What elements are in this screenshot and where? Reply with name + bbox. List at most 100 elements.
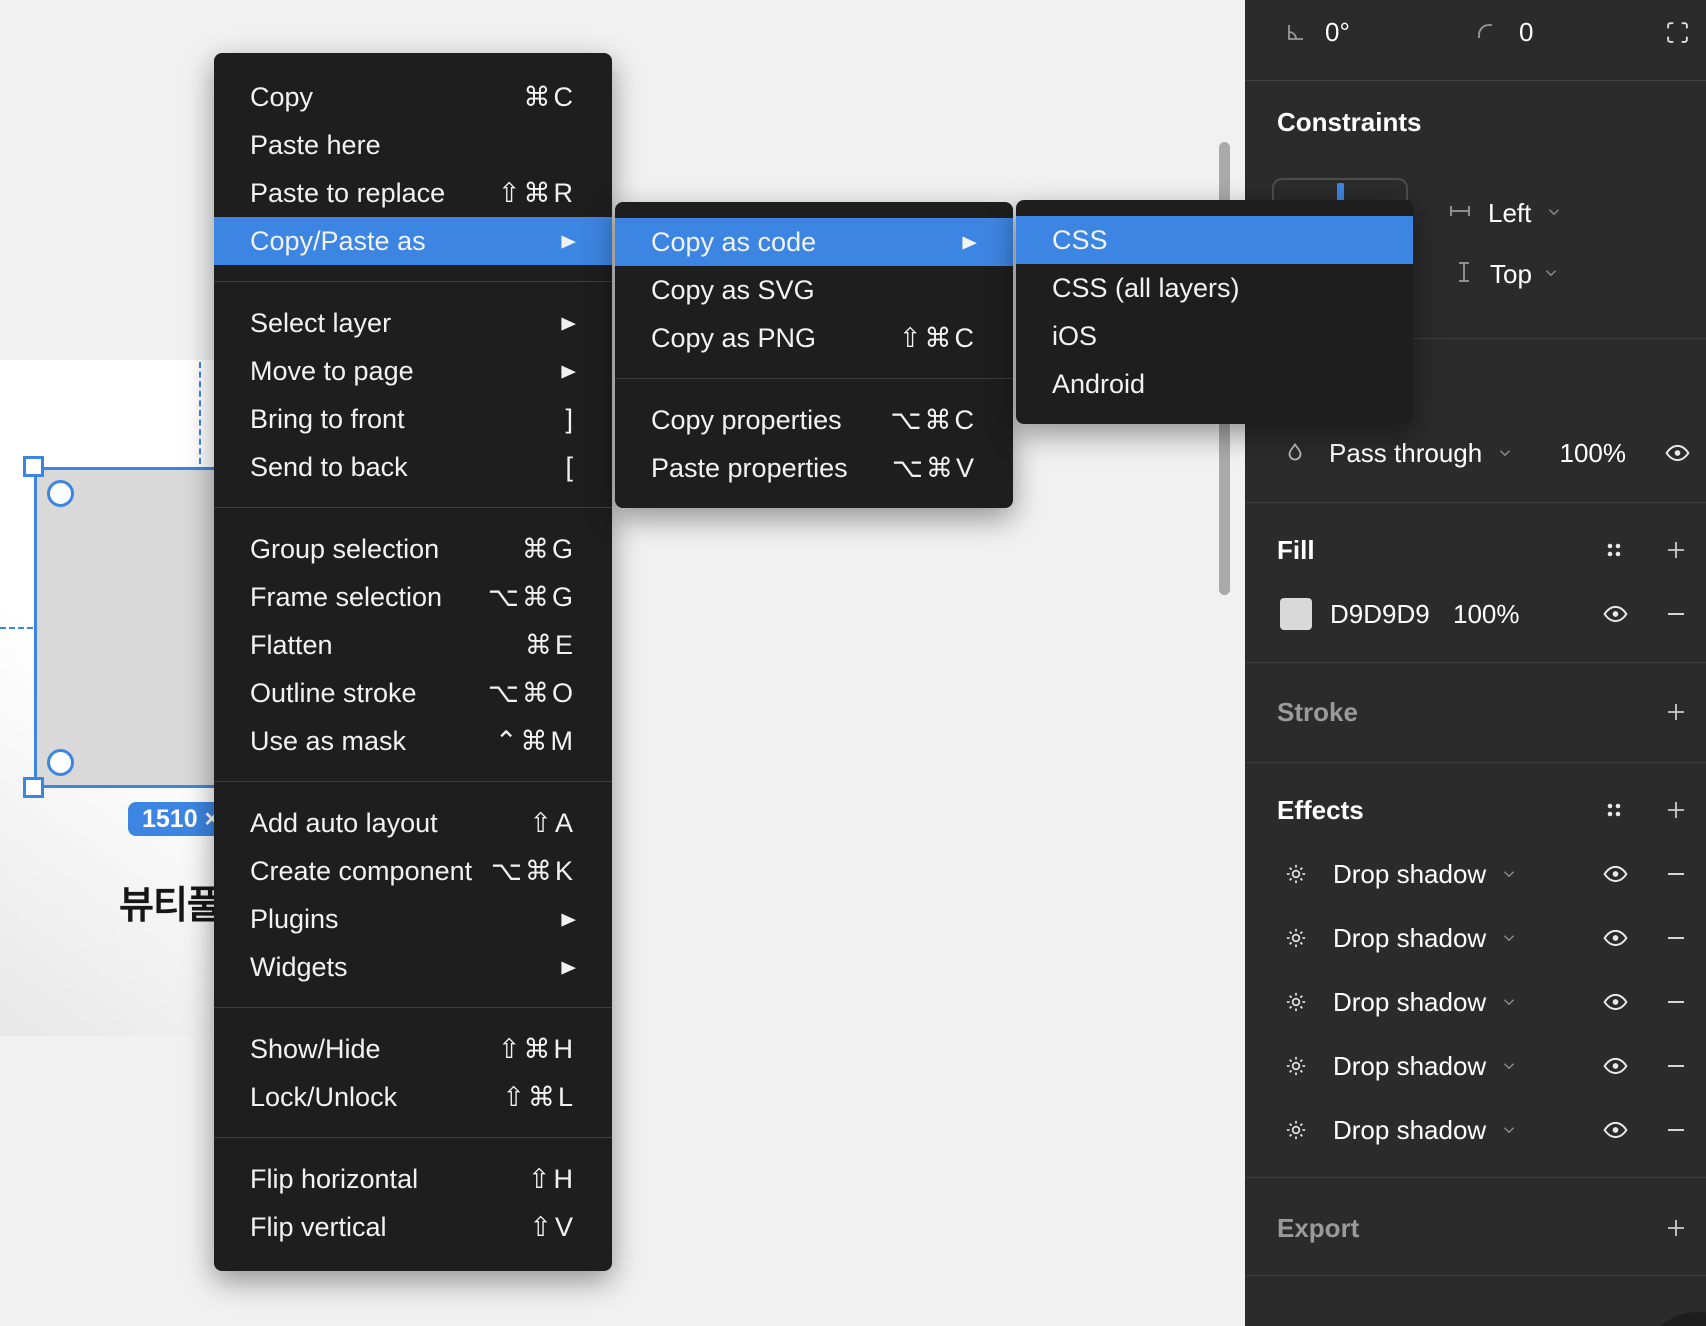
- remove-effect-icon[interactable]: [1664, 990, 1688, 1014]
- menu-item-copy-properties[interactable]: Copy properties ⌥⌘C: [615, 396, 1013, 444]
- add-effect-icon[interactable]: [1664, 798, 1688, 822]
- drop-shadow-icon[interactable]: [1283, 1117, 1309, 1143]
- menu-item-use-as-mask[interactable]: Use as mask ⌃⌘M: [214, 717, 612, 765]
- menu-item-paste-properties[interactable]: Paste properties ⌥⌘V: [615, 444, 1013, 492]
- drop-shadow-icon[interactable]: [1283, 925, 1309, 951]
- menu-item-outline-stroke[interactable]: Outline stroke ⌥⌘O: [214, 669, 612, 717]
- help-button[interactable]: [1638, 1312, 1706, 1326]
- menu-item-send-to-back[interactable]: Send to back [: [214, 443, 612, 491]
- menu-item-label: Widgets: [250, 951, 348, 982]
- styles-icon[interactable]: [1602, 538, 1626, 562]
- drop-shadow-icon[interactable]: [1283, 861, 1309, 887]
- vertical-constraint-select[interactable]: Top: [1490, 259, 1532, 290]
- menu-item-label: Plugins: [250, 903, 339, 934]
- selection-handle-bottom-left[interactable]: [23, 777, 44, 798]
- blend-mode-icon[interactable]: [1283, 441, 1307, 465]
- menu-item-label: Copy as code: [651, 226, 817, 257]
- blend-mode-select[interactable]: Pass through: [1329, 438, 1482, 469]
- independent-corners-icon[interactable]: [1665, 20, 1690, 45]
- menu-item-show-hide[interactable]: Show/Hide ⇧⌘H: [214, 1025, 612, 1073]
- remove-fill-icon[interactable]: [1664, 602, 1688, 626]
- menu-item-add-auto-layout[interactable]: Add auto layout ⇧A: [214, 799, 612, 847]
- fill-hex-value[interactable]: D9D9D9: [1330, 599, 1430, 630]
- eye-icon[interactable]: [1602, 1118, 1629, 1142]
- menu-item-create-component[interactable]: Create component ⌥⌘K: [214, 847, 612, 895]
- layer-opacity-value[interactable]: 100%: [1560, 438, 1627, 469]
- drop-shadow-icon[interactable]: [1283, 989, 1309, 1015]
- effect-row[interactable]: Drop shadow: [1245, 1106, 1706, 1154]
- menu-item-css-all-layers[interactable]: CSS (all layers): [1016, 264, 1413, 312]
- menu-item-label: Copy as PNG: [651, 322, 817, 353]
- corner-radius-handle-top[interactable]: [47, 480, 74, 507]
- menu-item-copy[interactable]: Copy ⌘C: [214, 73, 612, 121]
- fill-row[interactable]: D9D9D9 100%: [1245, 590, 1706, 638]
- add-export-icon[interactable]: [1664, 1216, 1688, 1240]
- stroke-header: Stroke: [1245, 688, 1706, 736]
- add-stroke-icon[interactable]: [1664, 700, 1688, 724]
- chevron-down-icon: [1500, 865, 1518, 883]
- menu-item-paste-here[interactable]: Paste here: [214, 121, 612, 169]
- menu-item-widgets[interactable]: Widgets ▶: [214, 943, 612, 991]
- menu-item-copy-paste-as[interactable]: Copy/Paste as ▶: [214, 217, 612, 265]
- corner-radius-handle-bottom[interactable]: [47, 749, 74, 776]
- eye-icon[interactable]: [1602, 990, 1629, 1014]
- menu-item-label: Android: [1052, 368, 1146, 399]
- menu-item-copy-as-svg[interactable]: Copy as SVG: [615, 266, 1013, 314]
- effect-row[interactable]: Drop shadow: [1245, 914, 1706, 962]
- menu-divider: [214, 781, 612, 782]
- eye-icon[interactable]: [1602, 862, 1629, 886]
- vertical-constraint-icon: [1452, 260, 1476, 284]
- canvas[interactable]: 1510 × 1 뷰티풀슈: [0, 0, 1245, 1326]
- menu-item-label: Move to page: [250, 355, 414, 386]
- effect-type-select[interactable]: Drop shadow: [1333, 1051, 1486, 1082]
- effect-type-select[interactable]: Drop shadow: [1333, 1115, 1486, 1146]
- effect-row[interactable]: Drop shadow: [1245, 850, 1706, 898]
- menu-item-bring-to-front[interactable]: Bring to front]: [214, 395, 612, 443]
- menu-item-lock-unlock[interactable]: Lock/Unlock ⇧⌘L: [214, 1073, 612, 1121]
- constraint-top-tick[interactable]: [1337, 183, 1344, 201]
- styles-icon[interactable]: [1602, 798, 1626, 822]
- divider: [1245, 1177, 1706, 1178]
- effect-type-select[interactable]: Drop shadow: [1333, 923, 1486, 954]
- menu-item-paste-to-replace[interactable]: Paste to replace ⇧⌘R: [214, 169, 612, 217]
- remove-effect-icon[interactable]: [1664, 1054, 1688, 1078]
- corner-radius-value[interactable]: 0: [1519, 17, 1533, 48]
- menu-item-label: Lock/Unlock: [250, 1081, 398, 1112]
- menu-item-plugins[interactable]: Plugins ▶: [214, 895, 612, 943]
- menu-item-select-layer[interactable]: Select layer ▶: [214, 299, 612, 347]
- menu-item-shortcut: ⌥⌘K: [490, 855, 576, 886]
- menu-item-flip-horizontal[interactable]: Flip horizontal ⇧H: [214, 1155, 612, 1203]
- menu-item-copy-as-code[interactable]: Copy as code ▶: [615, 218, 1013, 266]
- eye-icon[interactable]: [1602, 926, 1629, 950]
- effect-row[interactable]: Drop shadow: [1245, 1042, 1706, 1090]
- fill-color-swatch[interactable]: [1280, 598, 1312, 630]
- remove-effect-icon[interactable]: [1664, 1118, 1688, 1142]
- eye-icon[interactable]: [1602, 1054, 1629, 1078]
- remove-effect-icon[interactable]: [1664, 862, 1688, 886]
- menu-item-css[interactable]: CSS: [1016, 216, 1413, 264]
- menu-divider: [214, 1007, 612, 1008]
- menu-item-group-selection[interactable]: Group selection ⌘G: [214, 525, 612, 573]
- fill-opacity-value[interactable]: 100%: [1453, 599, 1520, 630]
- add-fill-icon[interactable]: [1664, 538, 1688, 562]
- menu-item-frame-selection[interactable]: Frame selection ⌥⌘G: [214, 573, 612, 621]
- effect-type-select[interactable]: Drop shadow: [1333, 859, 1486, 890]
- remove-effect-icon[interactable]: [1664, 926, 1688, 950]
- menu-item-move-to-page[interactable]: Move to page ▶: [214, 347, 612, 395]
- horizontal-constraint-select[interactable]: Left: [1488, 198, 1531, 229]
- menu-item-android[interactable]: Android: [1016, 360, 1413, 408]
- effect-row[interactable]: Drop shadow: [1245, 978, 1706, 1026]
- menu-item-copy-as-png[interactable]: Copy as PNG ⇧⌘C: [615, 314, 1013, 362]
- eye-icon[interactable]: [1664, 441, 1691, 465]
- effect-type-select[interactable]: Drop shadow: [1333, 987, 1486, 1018]
- menu-item-label: CSS: [1052, 224, 1108, 255]
- selection-handle-top-left[interactable]: [23, 456, 44, 477]
- menu-item-flatten[interactable]: Flatten ⌘E: [214, 621, 612, 669]
- rotation-value[interactable]: 0°: [1325, 17, 1350, 48]
- menu-item-label: Select layer: [250, 307, 392, 338]
- eye-icon[interactable]: [1602, 602, 1629, 626]
- drop-shadow-icon[interactable]: [1283, 1053, 1309, 1079]
- menu-item-label: CSS (all layers): [1052, 272, 1240, 303]
- menu-item-flip-vertical[interactable]: Flip vertical ⇧V: [214, 1203, 612, 1251]
- menu-item-ios[interactable]: iOS: [1016, 312, 1413, 360]
